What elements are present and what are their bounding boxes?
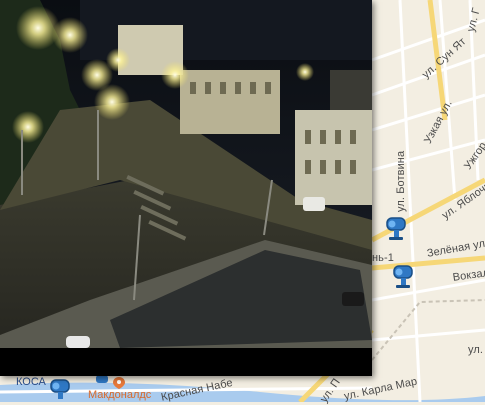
- place-label-kosa: КОСА: [16, 376, 46, 388]
- place-label-mcdonalds[interactable]: Макдоналдс: [88, 389, 151, 401]
- street-label-botvina: ул. Ботвина: [395, 150, 407, 212]
- webcam-caption-bar: [0, 348, 372, 376]
- camera-marker-icon[interactable]: [47, 374, 77, 404]
- camera-marker-icon[interactable]: [390, 260, 420, 290]
- webcam-image[interactable]: [0, 0, 372, 348]
- camera-marker-icon[interactable]: [96, 375, 108, 385]
- street-label-ul-right: ул.: [468, 344, 484, 356]
- webcam-popup[interactable]: [0, 0, 372, 376]
- location-pin-icon[interactable]: [112, 376, 126, 390]
- camera-marker-icon[interactable]: [383, 212, 413, 242]
